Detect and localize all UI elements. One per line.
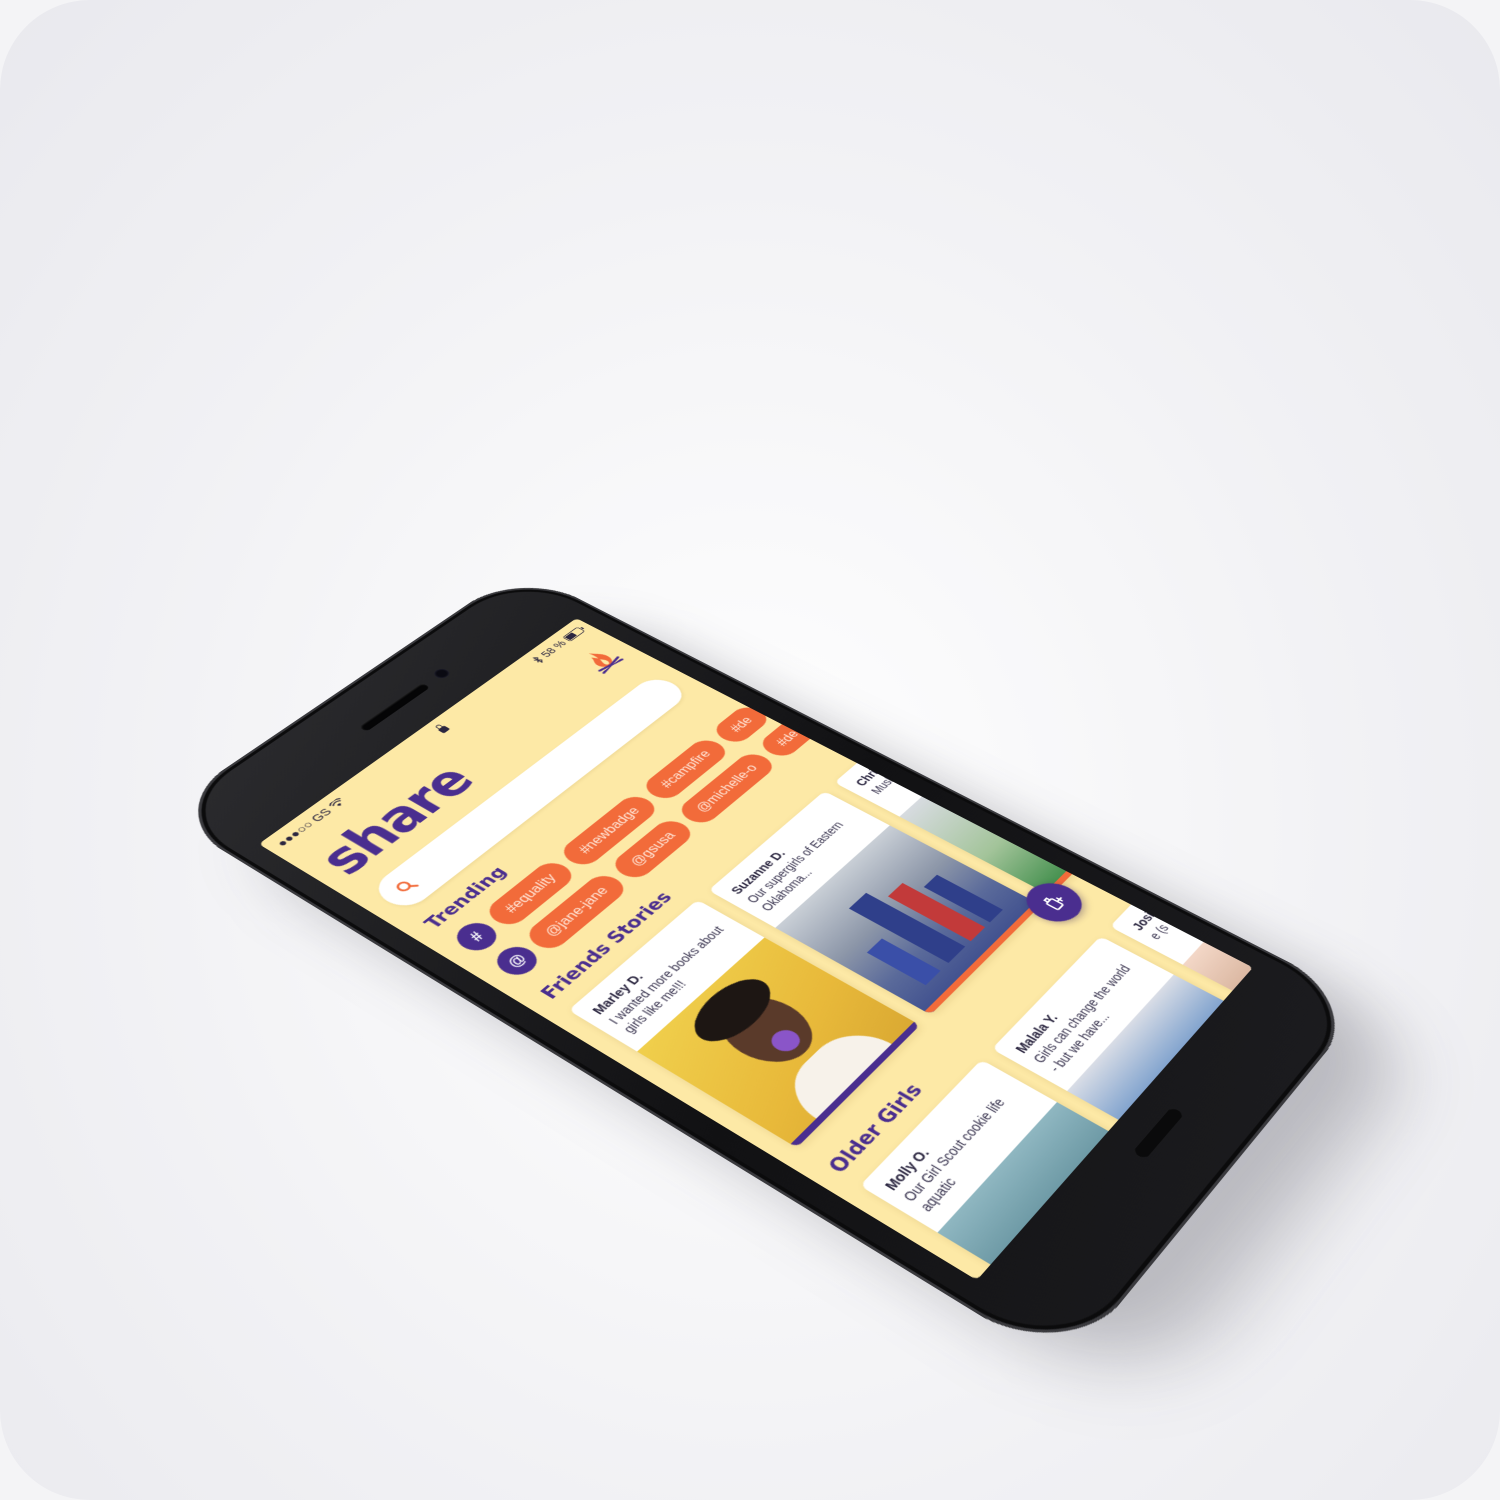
story-caption: Girls can change the world - but we have… — [1029, 962, 1134, 1075]
story-author: Molly O. — [881, 1145, 934, 1194]
story-text: Molly O. Our Girl Scout cookie life aqua… — [860, 1060, 1057, 1233]
hashtag-filter-button[interactable]: # — [449, 917, 505, 956]
stage: ●●●○○ GS 58 % share Trending # #equality… — [0, 0, 1500, 1500]
older-girls-title: Older Girls — [823, 1080, 929, 1178]
story-text: Marley D. I wanted more books about girl… — [568, 900, 764, 1052]
photo-subject — [866, 938, 941, 986]
new-post-icon — [1035, 889, 1073, 916]
photo-subject — [702, 984, 830, 1076]
wifi-icon — [328, 797, 347, 810]
campfire-logo-icon[interactable] — [573, 642, 631, 678]
friends-stories-title: Friends Stories — [536, 888, 678, 1003]
battery-percent: 58 % — [537, 638, 570, 659]
story-card[interactable]: Marley D. I wanted more books about girl… — [568, 899, 921, 1148]
bluetooth-icon — [531, 655, 546, 664]
battery-fill — [564, 632, 577, 641]
story-author: Malala Y. — [1012, 1011, 1062, 1056]
story-text: Malala Y. Girls can change the world - b… — [992, 936, 1174, 1091]
story-author: Marley D. — [589, 970, 647, 1018]
battery-icon — [562, 626, 586, 642]
lock-icon — [437, 725, 451, 734]
